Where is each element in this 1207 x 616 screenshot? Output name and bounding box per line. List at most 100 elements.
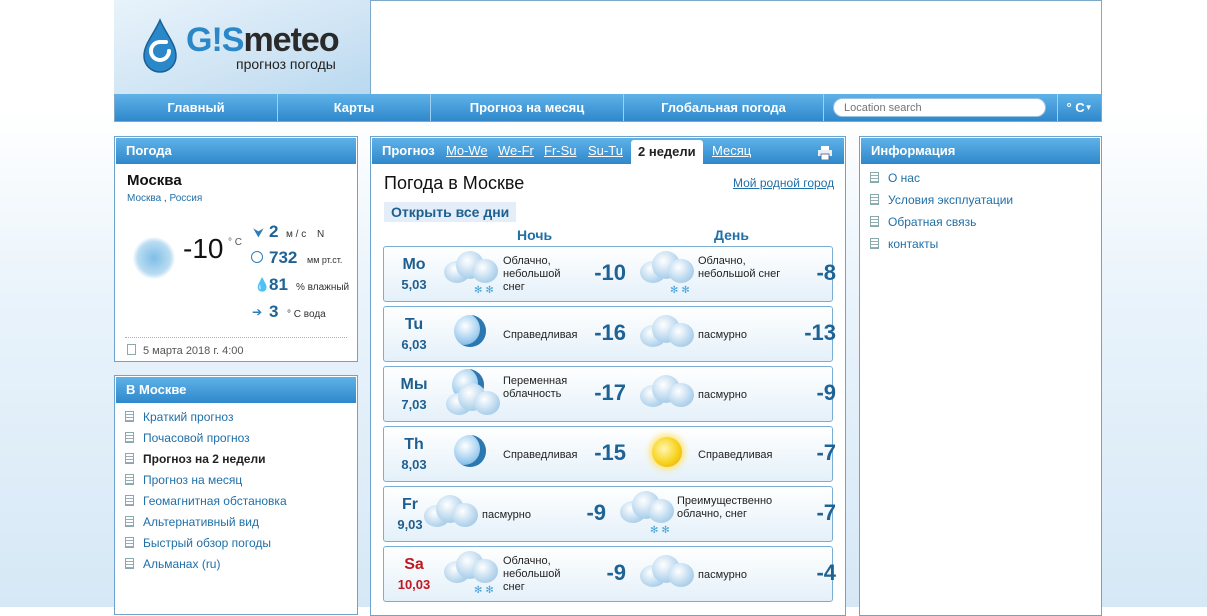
document-icon	[125, 495, 134, 506]
humidity-value: 81	[269, 275, 288, 294]
tab-we-fr[interactable]: We-Fr	[498, 138, 534, 164]
wind-unit: м / с	[286, 229, 307, 240]
city-link-label: Быстрый обзор погоды	[143, 536, 271, 550]
city-link-item[interactable]: Прогноз на месяц	[125, 473, 242, 487]
cloud-shape	[640, 553, 694, 587]
day-date: 7,03	[401, 397, 427, 412]
breadcrumb-country-link[interactable]: Россия	[169, 193, 202, 204]
cloud-snow-icon: ✻✻	[444, 547, 500, 597]
info-link-label: О нас	[888, 171, 920, 185]
city-link-item[interactable]: Почасовой прогноз	[125, 431, 250, 445]
city-link-label: Краткий прогноз	[143, 410, 234, 424]
day-description: пасмурно	[698, 389, 747, 401]
nav-home[interactable]: Главный	[115, 94, 278, 121]
tab-fr-su[interactable]: Fr-Su	[544, 138, 577, 164]
day-temperature: -9	[816, 380, 836, 405]
nav-month-forecast[interactable]: Прогноз на месяц	[431, 94, 624, 121]
day-name: Mo	[402, 256, 426, 273]
day-temperature: -7	[816, 500, 836, 525]
night-temperature: -16	[594, 320, 626, 345]
day-temperature: -4	[816, 560, 836, 585]
tab-month[interactable]: Месяц	[712, 138, 751, 164]
breadcrumb: Москва , Россия	[127, 193, 203, 204]
home-city-link[interactable]: Мой родной город	[733, 176, 834, 190]
night-description: Справедливая	[503, 449, 578, 461]
document-icon	[125, 453, 134, 464]
nav-global-weather[interactable]: Глобальная погода	[624, 94, 824, 121]
city-link-label: Прогноз на 2 недели	[143, 452, 266, 466]
moon-icon	[444, 427, 500, 477]
cloud-shape	[620, 489, 674, 523]
wind-value: 2	[269, 222, 279, 241]
document-icon	[127, 344, 136, 355]
cloud-icon	[640, 367, 696, 417]
day-name: Th	[404, 436, 424, 453]
night-description: Переменная облачность	[503, 375, 568, 400]
breadcrumb-city-link[interactable]: Москва	[127, 193, 161, 204]
night-description: Облачно, небольшой снег	[503, 255, 561, 293]
city-link-label: Почасовой прогноз	[143, 431, 250, 445]
sun-icon	[640, 427, 696, 477]
document-icon	[125, 516, 134, 527]
city-link-label: Геомагнитная обстановка	[143, 494, 287, 508]
cloud-icon	[640, 547, 696, 597]
current-weather-panel: Погода Москва Москва , Россия -10 ° C ⮟ …	[114, 136, 358, 362]
day-name: Sa	[404, 556, 424, 573]
water-fish-icon: ➔	[252, 305, 263, 319]
night-temperature: -17	[594, 380, 626, 405]
day-description: пасмурно	[698, 569, 747, 581]
cloud-shape	[640, 249, 694, 283]
day-date: 6,03	[401, 337, 427, 352]
forecast-day-row[interactable]: Th 8,03 Справедливая -15 Справедливая -7	[383, 426, 836, 482]
open-all-days-button[interactable]: Открыть все дни	[384, 202, 517, 222]
info-link-item[interactable]: Условия эксплуатации	[870, 193, 1013, 207]
city-link-item-active[interactable]: Прогноз на 2 недели	[125, 452, 265, 466]
day-name: Tu	[404, 316, 424, 333]
tab-forecast[interactable]: Прогноз	[382, 138, 435, 164]
cloud-icon	[424, 487, 480, 537]
cloud-snow-icon: ✻✻	[620, 487, 676, 537]
city-link-item[interactable]: Геомагнитная обстановка	[125, 494, 287, 508]
cloud-shape	[444, 549, 498, 583]
printer-icon[interactable]	[818, 143, 832, 161]
night-temperature: -10	[594, 260, 626, 285]
cloud-shape	[444, 249, 498, 283]
info-panel: Информация О нас Условия эксплуатации Об…	[859, 136, 1102, 616]
forecast-day-row[interactable]: Tu 6,03 Справедливая -16 пасмурно -13	[383, 306, 836, 362]
tab-2-weeks[interactable]: 2 недели	[631, 140, 703, 164]
day-date: 10,03	[397, 577, 431, 592]
logo-wordmark: G!Smeteo	[186, 22, 340, 58]
forecast-day-row[interactable]: Fr 9,03 пасмурно -9 ✻✻ Преимущественно облачн…	[383, 486, 836, 542]
city-link-item[interactable]: Краткий прогноз	[125, 410, 233, 424]
unit-selector[interactable]: ° C▼	[1057, 94, 1101, 121]
pressure-unit: мм рт.ст.	[307, 255, 343, 265]
city-link-label: Прогноз на месяц	[143, 473, 243, 487]
cloud-shape	[640, 373, 694, 407]
day-temperature: -7	[816, 440, 836, 465]
tab-su-tu[interactable]: Su-Tu	[588, 138, 623, 164]
day-description: пасмурно	[698, 329, 747, 341]
document-icon	[870, 172, 879, 183]
forecast-day-row[interactable]: Sa 10,03 ✻✻ Облачно, небольшой снег -9 пасмур…	[383, 546, 836, 602]
day-column-label: День	[714, 227, 749, 243]
timestamp-text: 5 марта 2018 г. 4:00	[143, 345, 244, 357]
forecast-day-row[interactable]: Mo 5,03 ✻✻ Облачно, небольшой снег -10 ✻✻ Обла…	[383, 246, 836, 302]
location-search-input[interactable]	[833, 98, 1046, 117]
forecast-tabs: Прогноз Mo-We We-Fr Fr-Su Su-Tu 2 недели…	[372, 138, 844, 164]
day-description: Преимущественно облачно, снег	[677, 495, 773, 520]
tab-mo-we[interactable]: Mo-We	[446, 138, 488, 164]
document-icon	[125, 474, 134, 485]
city-link-item[interactable]: Быстрый обзор погоды	[125, 536, 271, 550]
forecast-day-row[interactable]: Мы 7,03 Переменная облачность -17 пасмурно -9	[383, 366, 836, 422]
nav-maps[interactable]: Карты	[278, 94, 431, 121]
cloud-icon	[133, 237, 175, 279]
info-link-item[interactable]: контакты	[870, 237, 938, 251]
day-temperature: -8	[816, 260, 836, 285]
cloud-snow-icon: ✻✻	[640, 247, 696, 297]
info-link-item[interactable]: О нас	[870, 171, 920, 185]
city-link-item[interactable]: Альманах (ru)	[125, 557, 220, 571]
info-link-item[interactable]: Обратная связь	[870, 215, 976, 229]
logo-subtitle: прогноз погоды	[236, 56, 336, 72]
cloud-shape	[446, 381, 500, 415]
city-link-item[interactable]: Альтернативный вид	[125, 515, 259, 529]
